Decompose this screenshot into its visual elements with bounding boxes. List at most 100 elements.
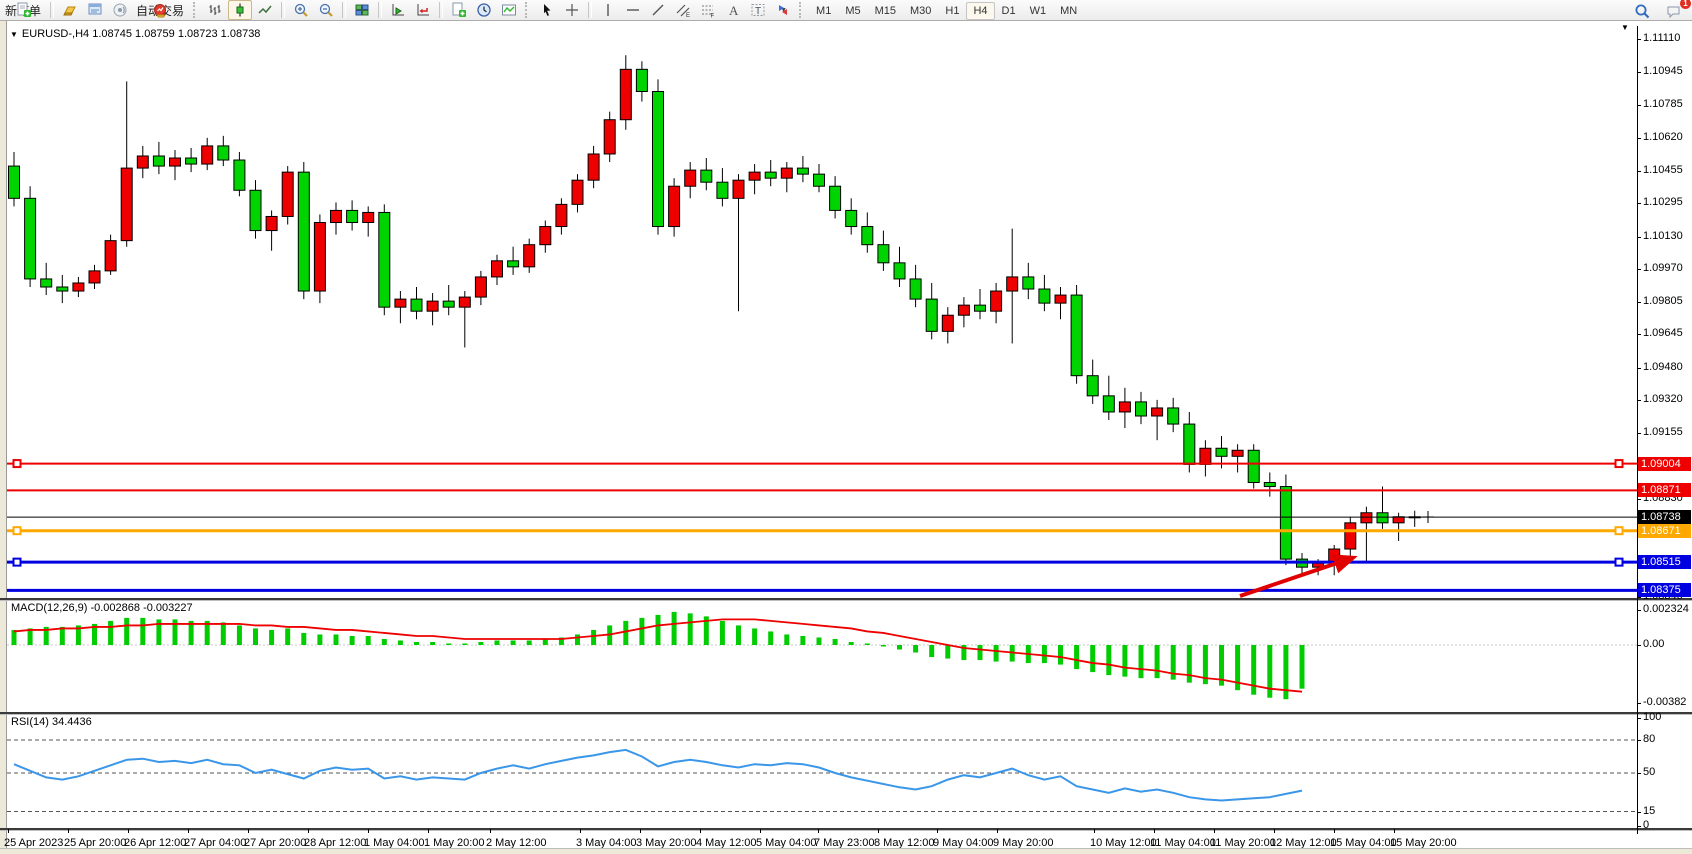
gold-bar-button[interactable] <box>58 0 82 20</box>
time-tick-mark <box>128 829 129 833</box>
macd-tick-mark <box>1637 645 1641 646</box>
market-watch-button[interactable] <box>83 0 107 20</box>
time-tick-mark <box>490 829 491 833</box>
chart-shift-icon <box>415 2 431 18</box>
macd-panel-divider[interactable] <box>0 598 1692 601</box>
line-handle[interactable] <box>1616 460 1623 467</box>
toolbar-separator <box>378 2 382 18</box>
vertical-line-button[interactable] <box>596 0 620 20</box>
horizontal-line-button[interactable] <box>621 0 645 20</box>
auto-scroll-icon <box>390 2 406 18</box>
price-badge: 1.09004 <box>1638 457 1691 471</box>
window-bottom-frame <box>0 848 1692 854</box>
window-left-frame <box>0 21 7 854</box>
candlestick-series <box>9 55 1421 575</box>
zoom-in-button[interactable] <box>289 0 313 20</box>
macd-tick-label: -0.00382 <box>1643 696 1686 708</box>
line-handle[interactable] <box>1616 527 1623 534</box>
timeframe-button-m30[interactable]: M30 <box>903 2 938 20</box>
trendline-button[interactable] <box>646 0 670 20</box>
price-chart-canvas[interactable] <box>7 27 1637 598</box>
new-template-button[interactable]: ▼ <box>447 0 471 20</box>
bar-chart-button[interactable] <box>203 0 227 20</box>
svg-text:E: E <box>686 13 690 19</box>
time-tick-mark <box>8 829 9 833</box>
time-tick-mark <box>640 829 641 833</box>
time-tick-mark <box>68 829 69 833</box>
price-tick-label: 1.09480 <box>1643 361 1683 373</box>
chart-shift-button[interactable] <box>411 0 435 20</box>
candlestick-chart-button[interactable] <box>228 0 252 20</box>
channel-button[interactable]: E <box>671 0 695 20</box>
gold-bar-icon <box>62 2 78 18</box>
price-tick-mark <box>1637 237 1641 238</box>
notifications-button[interactable]: 1 <box>1662 1 1686 21</box>
macd-tick-label: 0.00 <box>1643 638 1664 650</box>
line-chart-button[interactable] <box>253 0 277 20</box>
line-handle[interactable] <box>1616 559 1623 566</box>
tile-windows-icon <box>354 2 370 18</box>
signal-icon <box>112 2 128 18</box>
tile-windows-button[interactable] <box>350 0 374 20</box>
current-bar-marker <box>1422 511 1434 523</box>
timeframe-button-w1[interactable]: W1 <box>1023 2 1054 20</box>
bar-chart-icon <box>207 2 223 18</box>
search-icon <box>1634 3 1651 20</box>
symbol-header: ▼ EURUSD-,H4 1.08745 1.08759 1.08723 1.08… <box>10 28 260 40</box>
text-button[interactable]: A <box>721 0 745 20</box>
search-button[interactable] <box>1630 1 1654 21</box>
price-tick-label: 1.10785 <box>1643 98 1683 110</box>
zoom-out-button[interactable] <box>314 0 338 20</box>
time-tick-mark <box>1094 829 1095 833</box>
price-tick-mark <box>1637 433 1641 434</box>
signal-button[interactable] <box>108 0 132 20</box>
price-tick-label: 1.10455 <box>1643 164 1683 176</box>
cursor-button[interactable] <box>535 0 559 20</box>
timeframe-button-h4[interactable]: H4 <box>966 2 994 20</box>
time-tick-mark <box>878 829 879 833</box>
line-handle[interactable] <box>14 460 21 467</box>
line-handle[interactable] <box>14 559 21 566</box>
timeframe-button-m15[interactable]: M15 <box>868 2 903 20</box>
timeframe-button-m1[interactable]: M1 <box>809 2 838 20</box>
time-tick-mark <box>368 829 369 833</box>
crosshair-button[interactable] <box>560 0 584 20</box>
auto-trading-button[interactable]: 自动交易 <box>133 0 189 20</box>
fibonacci-button[interactable]: F <box>696 0 720 20</box>
time-tick-mark <box>188 829 189 833</box>
timeframe-button-h1[interactable]: H1 <box>938 2 966 20</box>
one-click-collapse-icon[interactable]: ▼ <box>10 30 18 39</box>
timeframe-button-mn[interactable]: MN <box>1053 2 1084 20</box>
timeframe-button-d1[interactable]: D1 <box>995 2 1023 20</box>
time-tick-mark <box>1394 829 1395 833</box>
period-clock-button[interactable]: ▼ <box>472 0 496 20</box>
trading-terminal-window: 新订单 自动交易 ▼ ▼ ▼ E F A T <box>0 0 1692 854</box>
rsi-panel-canvas[interactable] <box>7 714 1637 828</box>
price-tick-label: 1.10945 <box>1643 65 1683 77</box>
price-tick-label: 1.10295 <box>1643 196 1683 208</box>
indicators-button[interactable]: ▼ <box>497 0 521 20</box>
symbol-ohlc-text: EURUSD-,H4 1.08745 1.08759 1.08723 1.087… <box>22 28 261 40</box>
auto-scroll-button[interactable] <box>386 0 410 20</box>
macd-panel-canvas[interactable] <box>7 600 1637 712</box>
price-badge: 1.08738 <box>1638 510 1691 524</box>
timeframe-button-m5[interactable]: M5 <box>838 2 867 20</box>
price-tick-mark <box>1637 203 1641 204</box>
arrows-tool-button[interactable]: ▼ <box>771 0 795 20</box>
rsi-tick-label: 80 <box>1643 733 1655 745</box>
new-order-button[interactable]: 新订单 <box>2 0 46 20</box>
line-handle[interactable] <box>14 527 21 534</box>
price-badge: 1.08671 <box>1638 524 1691 538</box>
rsi-tick-mark <box>1637 826 1641 827</box>
candlestick-icon <box>232 2 248 18</box>
text-label-button[interactable]: T <box>746 0 770 20</box>
zoom-out-icon <box>318 2 334 18</box>
toolbar-separator <box>588 2 592 18</box>
rsi-panel-divider[interactable] <box>0 712 1692 715</box>
macd-label: MACD(12,26,9) -0.002868 -0.003227 <box>11 602 193 614</box>
price-tick-label: 1.11110 <box>1643 32 1680 44</box>
time-tick-mark <box>428 829 429 833</box>
time-tick-mark <box>937 829 938 833</box>
line-chart-icon <box>257 2 273 18</box>
price-tick-mark <box>1637 171 1641 172</box>
